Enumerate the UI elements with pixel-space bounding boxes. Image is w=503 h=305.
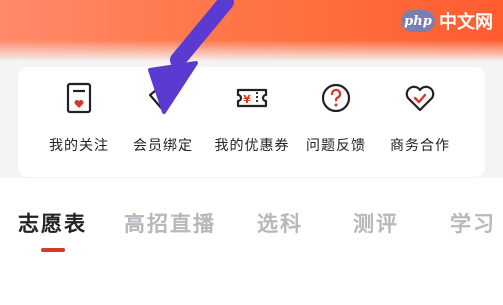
tab-subject-selection[interactable]: 选科: [257, 208, 303, 238]
handshake-heart-icon: [405, 85, 435, 112]
php-logo: php: [401, 10, 435, 32]
tab-bar: 志愿表 高招直播 选科 测评 学习: [0, 178, 503, 305]
menu-item-business[interactable]: 商务合作: [375, 81, 465, 155]
svg-text:¥: ¥: [243, 93, 251, 106]
watermark-text: 中文网: [439, 12, 493, 33]
follow-card-icon: [66, 82, 92, 114]
watermark-logo: php 中文网: [401, 8, 493, 34]
tab-live-admissions[interactable]: 高招直播: [124, 208, 216, 238]
menu-label-follow: 我的关注: [49, 138, 109, 154]
member-bind-icon: [148, 85, 178, 112]
menu-item-coupon[interactable]: ¥ 我的优惠券: [207, 81, 297, 155]
menu-item-member-bind[interactable]: 会员绑定: [118, 81, 208, 155]
menu-label-member-bind: 会员绑定: [133, 138, 193, 154]
active-tab-indicator: [41, 248, 65, 252]
tab-study[interactable]: 学习: [450, 208, 496, 238]
menu-item-feedback[interactable]: 问题反馈: [291, 81, 381, 155]
menu-item-follow[interactable]: 我的关注: [34, 81, 124, 155]
tab-assessment[interactable]: 测评: [353, 208, 399, 238]
coupon-icon: ¥: [236, 88, 268, 108]
question-icon: [321, 83, 351, 113]
menu-label-feedback: 问题反馈: [306, 138, 366, 154]
menu-label-business: 商务合作: [390, 138, 450, 154]
menu-label-coupon: 我的优惠券: [214, 138, 290, 154]
service-menu-card: 我的关注 会员绑定 ¥ 我的优惠券 问题反馈 商务合作: [18, 67, 485, 177]
tab-volunteer-table[interactable]: 志愿表: [18, 208, 87, 238]
